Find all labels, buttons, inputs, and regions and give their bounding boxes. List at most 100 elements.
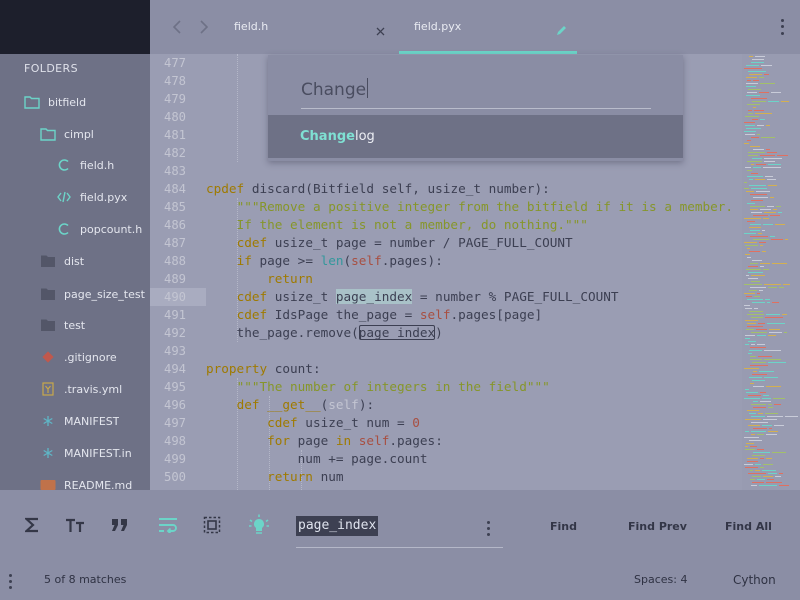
tree-item-test[interactable]: test — [0, 314, 150, 336]
grip-icon[interactable] — [8, 572, 12, 590]
minimap[interactable] — [742, 54, 800, 490]
close-icon[interactable] — [376, 21, 385, 40]
minimap-line — [753, 428, 767, 429]
minimap-line — [750, 230, 760, 231]
find-options-icon[interactable] — [485, 519, 491, 537]
forward-arrow-icon[interactable] — [197, 17, 211, 37]
minimap-line — [776, 206, 781, 207]
minimap-line — [747, 80, 751, 81]
code-line-487: cdef usize_t page = number / PAGE_FULL_C… — [206, 234, 573, 252]
minimap-line — [779, 473, 783, 474]
minimap-line — [765, 317, 783, 318]
code-line-494: property count: — [206, 360, 321, 378]
language-mode[interactable]: Cython — [733, 573, 776, 587]
code-token: num += page.count — [206, 451, 428, 466]
minimap-line — [749, 179, 753, 180]
text-caret — [367, 78, 369, 98]
code-token: cdef — [236, 235, 268, 250]
line-number: 500 — [164, 470, 187, 484]
line-number: 481 — [164, 128, 187, 142]
palette-input[interactable]: Change — [301, 77, 651, 109]
minimap-line — [768, 101, 779, 102]
tree-item-dist[interactable]: dist — [0, 250, 150, 272]
minimap-line — [746, 329, 754, 330]
minimap-line — [746, 77, 757, 78]
sidebar-header — [0, 0, 150, 54]
quote-icon[interactable] — [109, 514, 131, 536]
minimap-line — [759, 92, 769, 93]
minimap-line — [749, 251, 760, 252]
text-size-icon[interactable] — [64, 514, 86, 536]
minimap-line — [747, 170, 752, 171]
minimap-line — [753, 149, 764, 150]
tree-item-page-size-test[interactable]: page_size_test — [0, 283, 150, 305]
line-number: 480 — [164, 110, 187, 124]
minimap-line — [749, 74, 762, 75]
find-input[interactable]: page_index — [296, 514, 503, 548]
find-button[interactable]: Find — [550, 520, 577, 533]
minimap-line — [751, 404, 766, 405]
more-vertical-icon[interactable] — [778, 17, 786, 37]
minimap-line — [760, 401, 771, 402]
code-token: ): — [358, 397, 375, 412]
minimap-line — [747, 461, 758, 462]
selection-icon[interactable] — [201, 514, 223, 536]
minimap-line — [745, 320, 758, 321]
minimap-line — [744, 437, 759, 438]
minimap-line — [748, 272, 763, 273]
minimap-line — [765, 413, 778, 414]
sigma-icon[interactable] — [21, 514, 43, 536]
minimap-line — [748, 395, 761, 396]
tree-item-manifest-in[interactable]: MANIFEST.in — [0, 442, 150, 464]
minimap-line — [762, 425, 772, 426]
minimap-line — [744, 68, 762, 69]
minimap-line — [757, 335, 766, 336]
minimap-line — [783, 284, 790, 285]
minimap-line — [748, 155, 758, 156]
find-prev-button[interactable]: Find Prev — [628, 520, 687, 533]
palette-result-item[interactable]: Change log — [268, 115, 683, 158]
tree-item-manifest[interactable]: MANIFEST — [0, 410, 150, 432]
minimap-line — [772, 302, 779, 303]
tab-field-h[interactable]: field.h — [234, 0, 394, 54]
tree-item-bitfield[interactable]: bitfield — [0, 91, 150, 113]
minimap-line — [749, 311, 763, 312]
minimap-line — [762, 398, 771, 399]
minimap-line — [748, 341, 756, 342]
back-arrow-icon[interactable] — [170, 17, 184, 37]
tree-item-travis-yml[interactable]: .travis.yml — [0, 378, 150, 400]
minimap-line — [778, 212, 782, 213]
tree-item-readme[interactable]: README.md — [0, 474, 150, 490]
minimap-line — [750, 365, 768, 366]
code-file-icon — [56, 189, 72, 205]
minimap-line — [764, 212, 776, 213]
minimap-line — [763, 167, 781, 168]
minimap-line — [756, 329, 767, 330]
indentation-setting[interactable]: Spaces: 4 — [634, 573, 687, 586]
minimap-line — [767, 302, 770, 303]
tree-item-popcount-h[interactable]: popcount.h — [0, 218, 150, 240]
minimap-line — [768, 185, 777, 186]
tree-item-field-h[interactable]: field.h — [0, 154, 150, 176]
tree-item-field-pyx[interactable]: field.pyx — [0, 186, 150, 208]
highlight-bulb-icon[interactable] — [248, 514, 270, 536]
minimap-line — [766, 434, 777, 435]
minimap-line — [753, 107, 756, 108]
minimap-line — [753, 407, 766, 408]
tree-item-gitignore[interactable]: .gitignore — [0, 346, 150, 368]
minimap-line — [755, 470, 760, 471]
find-all-button[interactable]: Find All — [725, 520, 772, 533]
wrap-icon[interactable] — [157, 514, 179, 536]
minimap-line — [745, 245, 758, 246]
minimap-line — [750, 347, 766, 348]
code-token: cdef — [236, 307, 268, 322]
code-token: ( — [343, 253, 352, 268]
tree-item-cimpl[interactable]: cimpl — [0, 123, 150, 145]
minimap-line — [758, 413, 763, 414]
minimap-line — [769, 428, 772, 429]
minimap-line — [752, 101, 766, 102]
tab-field-pyx[interactable]: field.pyx — [399, 0, 577, 54]
